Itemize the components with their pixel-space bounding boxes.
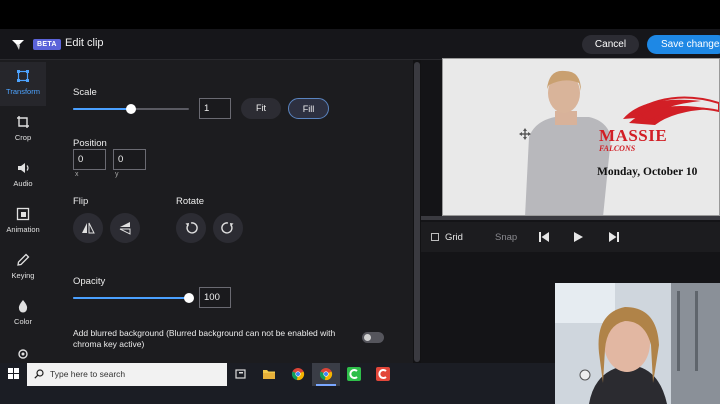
logo-text: MASSIE [599, 126, 668, 145]
save-changes-button[interactable]: Save changes [647, 35, 720, 54]
scale-slider-fill [73, 108, 131, 110]
sidebar-item-label: Audio [13, 179, 33, 188]
video-frame-image [443, 59, 719, 215]
webcam-image [555, 283, 720, 404]
flip-horizontal-button[interactable] [73, 213, 103, 243]
header-bar: BETA Edit clip Cancel Save changes [0, 29, 720, 60]
screen-top-bar [0, 0, 720, 29]
opacity-slider-thumb[interactable] [184, 293, 194, 303]
sidebar-item-keying[interactable]: Keying [0, 246, 46, 290]
fill-button[interactable]: Fill [288, 98, 329, 119]
play-icon[interactable] [572, 231, 584, 243]
sidebar-item-transform[interactable]: Transform [0, 62, 46, 106]
flip-horizontal-icon [82, 222, 95, 234]
playback-controls: Grid Snap [421, 222, 720, 252]
windows-start-icon[interactable] [8, 368, 19, 379]
position-y-input[interactable]: 0 [113, 149, 146, 170]
logo-subtext: FALCONS [599, 144, 636, 153]
camtasia-red-icon[interactable] [376, 367, 390, 381]
crop-frame-icon [17, 70, 29, 82]
page-title: Edit clip [65, 37, 104, 49]
animation-icon [16, 207, 30, 221]
sidebar-item-label: Animation [6, 225, 40, 234]
cancel-button[interactable]: Cancel [582, 35, 639, 54]
webcam-overlay [555, 283, 720, 404]
flip-vertical-button[interactable] [110, 213, 140, 243]
panel-scrollbar-thumb[interactable] [414, 62, 420, 362]
rotate-left-button[interactable] [176, 213, 206, 243]
position-x-input[interactable]: 0 [73, 149, 106, 170]
droplet-icon [18, 300, 28, 313]
task-view-icon[interactable] [234, 367, 248, 381]
sidebar-item-label: Transform [6, 87, 40, 96]
speaker-icon [18, 163, 29, 173]
search-icon [34, 369, 44, 379]
opacity-label: Opacity [73, 276, 106, 287]
video-progress-bar[interactable] [421, 216, 720, 220]
flip-label: Flip [73, 196, 89, 207]
move-cursor-icon [519, 128, 531, 140]
fit-button[interactable]: Fit [241, 98, 281, 119]
sidebar-item-label: Keying [11, 271, 35, 280]
snap-toggle[interactable]: Snap [495, 232, 517, 243]
crop-icon [17, 116, 29, 128]
video-preview[interactable]: MASSIE FALCONS Monday, October 10 [442, 58, 720, 216]
windows-taskbar: Type here to search [0, 363, 555, 404]
opacity-slider[interactable] [73, 293, 194, 303]
transform-panel: Scale 1 Fit Fill Position 0 0 x y Flip R… [46, 60, 412, 363]
camtasia-green-icon[interactable] [347, 367, 361, 381]
chrome-icon [319, 368, 333, 381]
rotate-label: Rotate [176, 196, 204, 207]
skip-forward-icon[interactable] [608, 231, 620, 243]
scale-slider[interactable] [73, 104, 189, 114]
beta-badge: BETA [33, 39, 61, 50]
eyedropper-icon [17, 253, 30, 266]
grid-label: Grid [445, 232, 463, 243]
date-text: Monday, October 10 [597, 166, 698, 178]
flip-vertical-icon [119, 222, 131, 235]
position-label: Position [73, 138, 107, 149]
blurred-background-toggle[interactable] [362, 332, 384, 343]
opacity-input[interactable]: 100 [199, 287, 231, 308]
tool-sidebar: Transform Crop Audio Animation Keying Co… [0, 60, 46, 363]
rotate-right-icon [221, 222, 234, 234]
blurred-background-label: Add blurred background (Blurred backgrou… [73, 328, 336, 349]
panel-scrollbar[interactable] [413, 60, 421, 363]
sidebar-item-animation[interactable]: Animation [0, 200, 46, 244]
sidebar-item-label: Color [14, 317, 32, 326]
taskbar-active-app[interactable] [312, 363, 340, 386]
app-logo-icon [12, 40, 24, 50]
opacity-slider-fill [73, 297, 189, 299]
chrome-icon[interactable] [291, 367, 305, 381]
position-x-sub: x [75, 171, 79, 178]
grid-checkbox[interactable] [431, 233, 439, 241]
sidebar-item-color[interactable]: Color [0, 292, 46, 336]
sidebar-item-crop[interactable]: Crop [0, 108, 46, 152]
scale-label: Scale [73, 87, 97, 98]
rotate-right-button[interactable] [213, 213, 243, 243]
rotate-left-icon [185, 222, 198, 234]
sidebar-item-audio[interactable]: Audio [0, 154, 46, 198]
position-y-sub: y [115, 171, 119, 178]
sidebar-item-label: Crop [14, 133, 32, 142]
scale-slider-thumb[interactable] [126, 104, 136, 114]
taskbar-search-box[interactable]: Type here to search [27, 363, 227, 386]
scale-input[interactable]: 1 [199, 98, 231, 119]
file-explorer-icon[interactable] [262, 367, 276, 381]
more-tools-icon[interactable] [16, 348, 30, 360]
taskbar-search-placeholder: Type here to search [50, 369, 126, 379]
skip-back-icon[interactable] [538, 231, 550, 243]
